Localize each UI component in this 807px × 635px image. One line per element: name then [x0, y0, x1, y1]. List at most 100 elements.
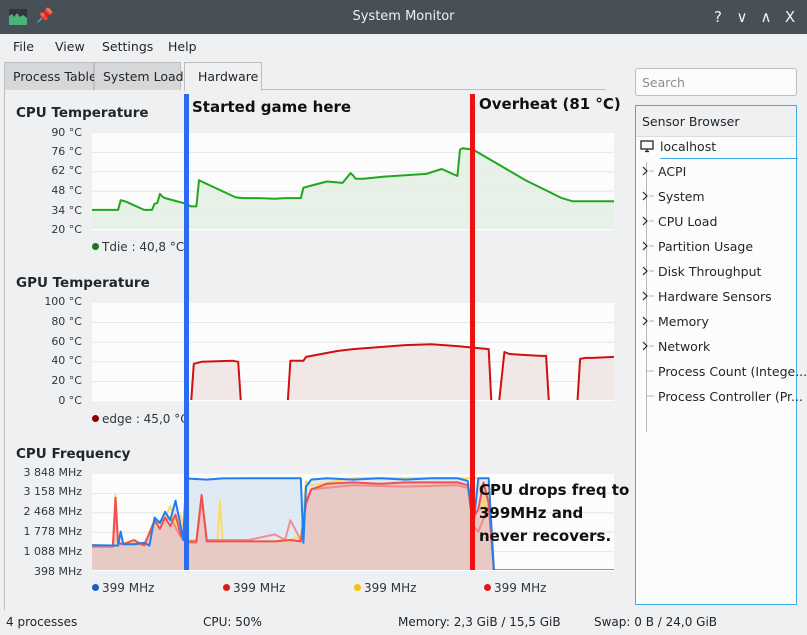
title-bar: 📌 System Monitor ? ∨ ∧ X	[0, 0, 807, 34]
chart-title-cpu-temperature: CPU Temperature	[16, 105, 149, 121]
legend-core-2: 399 MHz	[223, 581, 285, 595]
computer-icon	[640, 140, 654, 153]
ytick: 40 °C	[51, 354, 82, 367]
gpu-temperature-plot	[92, 303, 614, 401]
annotation-overheat-line	[470, 94, 475, 570]
status-processes: 4 processes	[6, 615, 78, 629]
sensor-tree-item[interactable]: Process Count (Intege...	[636, 364, 807, 379]
ytick: 76 °C	[51, 145, 82, 158]
legend-label: 399 MHz	[102, 581, 155, 595]
chevron-right-icon[interactable]	[636, 340, 658, 352]
ytick: 0 °C	[58, 394, 82, 407]
tab-hardware[interactable]: Hardware	[184, 62, 262, 91]
sensor-tree-item[interactable]: Memory	[636, 314, 709, 329]
sensor-tree-item[interactable]: Partition Usage	[636, 239, 753, 254]
legend-dot	[354, 584, 361, 591]
tree-root-underline	[660, 158, 798, 159]
sensor-tree-item-label: Partition Usage	[658, 239, 754, 254]
chevron-right-icon[interactable]	[636, 165, 658, 177]
minimize-button[interactable]: ∨	[732, 6, 752, 28]
legend-dot	[484, 584, 491, 591]
ytick: 100 °C	[44, 295, 82, 308]
sensor-tree-item[interactable]: CPU Load	[636, 214, 717, 229]
tree-connector	[636, 365, 658, 377]
status-swap: Swap: 0 B / 24,0 GiB	[594, 615, 718, 629]
sensor-tree-item[interactable]: Hardware Sensors	[636, 289, 772, 304]
sensor-tree-item-label: ACPI	[658, 164, 687, 179]
tab-divider	[262, 89, 606, 90]
status-bar: 4 processes CPU: 50% Memory: 2,3 GiB / 1…	[0, 613, 807, 633]
sensor-tree-item-label: Process Count (Intege...	[658, 364, 807, 379]
tab-process-table[interactable]: Process Table	[4, 62, 97, 90]
chevron-right-icon[interactable]	[636, 215, 658, 227]
legend-label: Tdie : 40,8 °C	[102, 240, 185, 254]
sensor-search-input[interactable]: Search	[635, 68, 797, 96]
tab-system-load[interactable]: System Load	[94, 62, 184, 90]
annotation-overheat: Overheat (81 °C)	[479, 95, 621, 113]
legend-dot	[92, 415, 99, 422]
menu-settings[interactable]: Settings	[102, 39, 153, 54]
menu-file[interactable]: File	[13, 39, 34, 54]
legend-tdie: Tdie : 40,8 °C	[92, 240, 184, 254]
sensor-tree-item-label: Memory	[658, 314, 709, 329]
chevron-right-icon[interactable]	[636, 240, 658, 252]
tree-root-localhost[interactable]: localhost	[640, 139, 716, 154]
legend-dot	[92, 243, 99, 250]
ytick: 20 °C	[51, 374, 82, 387]
sensor-tree-item[interactable]: Process Controller (Pr...	[636, 389, 803, 404]
sensor-tree-item[interactable]: System	[636, 189, 705, 204]
help-button[interactable]: ?	[708, 6, 728, 28]
ytick: 20 °C	[51, 223, 82, 236]
legend-edge: edge : 45,0 °C	[92, 412, 189, 426]
sensor-tree-item[interactable]: Disk Throughput	[636, 264, 761, 279]
ytick: 1 778 MHz	[23, 525, 82, 538]
ytick: 80 °C	[51, 315, 82, 328]
annotation-started-game: Started game here	[192, 98, 352, 116]
ytick: 3 848 MHz	[23, 466, 82, 479]
menu-view[interactable]: View	[55, 39, 85, 54]
annotation-start-line	[184, 94, 189, 570]
sensor-tree-item-label: CPU Load	[658, 214, 718, 229]
ytick: 2 468 MHz	[23, 505, 82, 518]
menu-help[interactable]: Help	[168, 39, 197, 54]
legend-label: 399 MHz	[364, 581, 417, 595]
ytick: 1 088 MHz	[23, 545, 82, 558]
cpu-temperature-plot	[92, 133, 614, 230]
sensor-tree-item-label: Process Controller (Pr...	[658, 389, 803, 404]
legend-core-1: 399 MHz	[92, 581, 154, 595]
annotation-freq-line-3: never recovers.	[479, 527, 612, 545]
legend-core-3: 399 MHz	[354, 581, 416, 595]
sensor-tree-item[interactable]: Network	[636, 339, 710, 354]
window-title: System Monitor	[352, 9, 455, 24]
sensor-tree-item-label: Disk Throughput	[658, 264, 762, 279]
ytick: 398 MHz	[33, 565, 82, 578]
legend-dot	[223, 584, 230, 591]
chart-title-cpu-frequency: CPU Frequency	[16, 446, 131, 462]
ytick: 60 °C	[51, 335, 82, 348]
chevron-right-icon[interactable]	[636, 190, 658, 202]
annotation-freq-line-1: CPU drops freq to	[479, 481, 630, 499]
chevron-right-icon[interactable]	[636, 315, 658, 327]
ytick: 62 °C	[51, 164, 82, 177]
status-memory: Memory: 2,3 GiB / 15,5 GiB	[398, 615, 561, 629]
menu-bar: File View Settings Help	[0, 34, 807, 60]
chevron-right-icon[interactable]	[636, 290, 658, 302]
ytick: 3 158 MHz	[23, 485, 82, 498]
sensor-browser-header: Sensor Browser	[636, 106, 796, 137]
legend-label: edge : 45,0 °C	[102, 412, 189, 426]
maximize-button[interactable]: ∧	[756, 6, 776, 28]
status-cpu: CPU: 50%	[203, 615, 262, 629]
legend-core-4: 399 MHz	[484, 581, 546, 595]
sensor-tree-item-label: Hardware Sensors	[658, 289, 772, 304]
ytick: 34 °C	[51, 204, 82, 217]
legend-label: 399 MHz	[233, 581, 286, 595]
tree-connector	[636, 390, 658, 402]
sensor-tree-item[interactable]: ACPI	[636, 164, 686, 179]
ytick: 48 °C	[51, 184, 82, 197]
legend-dot	[92, 584, 99, 591]
sensor-tree-item-label: System	[658, 189, 705, 204]
close-button[interactable]: X	[780, 6, 800, 28]
chart-title-gpu-temperature: GPU Temperature	[16, 275, 150, 291]
chevron-right-icon[interactable]	[636, 265, 658, 277]
ytick: 90 °C	[51, 126, 82, 139]
